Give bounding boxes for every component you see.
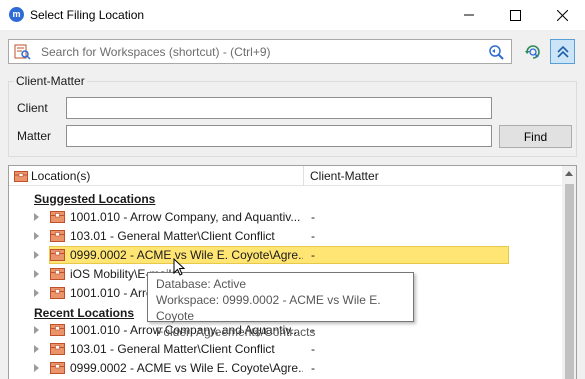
folder-icon bbox=[50, 324, 65, 336]
collapse-button[interactable] bbox=[550, 39, 575, 64]
minimize-button[interactable] bbox=[446, 0, 492, 30]
folder-icon bbox=[50, 362, 65, 374]
location-column-icon bbox=[14, 171, 28, 182]
recent-locations-heading: Recent Locations bbox=[34, 306, 135, 320]
matter-field[interactable] bbox=[66, 125, 492, 147]
folder-icon bbox=[50, 268, 65, 280]
window-title: Select Filing Location bbox=[30, 8, 145, 22]
tooltip-database: Database: Active bbox=[156, 277, 247, 291]
location-name: 0999.0002 - ACME vs Wile E. Coyote\Agre.… bbox=[70, 361, 303, 375]
client-matter-value: - bbox=[311, 342, 315, 356]
tooltip-folder: Folder: Agreements/Contracts bbox=[156, 325, 316, 339]
client-matter-value: - bbox=[311, 361, 315, 375]
workspace-search-icon bbox=[14, 44, 31, 60]
column-header-client-matter[interactable]: Client-Matter bbox=[310, 166, 379, 186]
location-row[interactable]: 0999.0002 - ACME vs Wile E. Coyote\Agre.… bbox=[9, 359, 562, 377]
location-row[interactable]: 103.01 - General Matter\Client Conflict - bbox=[9, 340, 562, 358]
maximize-icon bbox=[509, 9, 521, 21]
location-tooltip: Database: Active Workspace: 0999.0002 - … bbox=[147, 272, 414, 339]
client-matter-value: - bbox=[311, 248, 315, 262]
column-divider[interactable] bbox=[303, 166, 304, 186]
folder-icon bbox=[50, 211, 65, 223]
column-header-locations[interactable]: Location(s) bbox=[31, 166, 90, 186]
expand-arrow-icon[interactable] bbox=[34, 326, 39, 334]
location-row[interactable]: 1001.010 - Arrow Company, and Aquantiv..… bbox=[9, 208, 562, 226]
location-name: 1001.010 - Arrow Company, and Aquantiv..… bbox=[70, 210, 301, 224]
folder-icon bbox=[50, 230, 65, 242]
search-options-icon[interactable] bbox=[487, 43, 505, 61]
client-label: Client bbox=[17, 101, 48, 115]
search-input[interactable] bbox=[41, 43, 481, 60]
minimize-icon bbox=[464, 14, 474, 16]
expand-arrow-icon[interactable] bbox=[34, 270, 39, 278]
scroll-thumb[interactable] bbox=[565, 184, 574, 379]
expand-arrow-icon[interactable] bbox=[34, 364, 39, 372]
maximize-button[interactable] bbox=[492, 0, 538, 30]
expand-arrow-icon[interactable] bbox=[34, 232, 39, 240]
client-field[interactable] bbox=[66, 97, 492, 119]
refresh-search-icon bbox=[524, 44, 540, 59]
mouse-cursor-icon bbox=[173, 258, 185, 276]
folder-icon bbox=[50, 287, 65, 299]
expand-arrow-icon[interactable] bbox=[34, 213, 39, 221]
location-row[interactable]: 103.01 - General Matter\Client Conflict - bbox=[9, 227, 562, 245]
title-bar: m Select Filing Location bbox=[0, 0, 585, 30]
expand-arrow-icon[interactable] bbox=[34, 251, 39, 259]
scroll-up-arrow-icon[interactable] bbox=[565, 171, 573, 176]
expand-arrow-icon[interactable] bbox=[34, 345, 39, 353]
location-name: 0999.0002 - ACME vs Wile E. Coyote\Agre.… bbox=[70, 248, 303, 262]
matter-label: Matter bbox=[17, 129, 52, 143]
client-matter-value: - bbox=[311, 229, 315, 243]
folder-icon bbox=[50, 249, 65, 261]
client-matter-group-label: Client-Matter bbox=[14, 74, 87, 88]
chevron-up-double-icon bbox=[556, 45, 569, 58]
location-name: 103.01 - General Matter\Client Conflict bbox=[70, 342, 275, 356]
close-button[interactable] bbox=[539, 0, 585, 30]
suggested-locations-heading: Suggested Locations bbox=[34, 192, 156, 206]
client-matter-value: - bbox=[311, 210, 315, 224]
app-icon: m bbox=[9, 7, 24, 22]
grid-header: Location(s) Client-Matter bbox=[9, 166, 562, 186]
tooltip-workspace: Workspace: 0999.0002 - ACME vs Wile E. C… bbox=[156, 293, 381, 323]
location-name: 103.01 - General Matter\Client Conflict bbox=[70, 229, 275, 243]
location-row[interactable]: 0999.0002 - ACME vs Wile E. Coyote\Agre.… bbox=[9, 246, 562, 264]
search-box bbox=[8, 39, 512, 64]
folder-icon bbox=[50, 343, 65, 355]
vertical-scrollbar[interactable] bbox=[562, 166, 576, 379]
expand-arrow-icon[interactable] bbox=[34, 289, 39, 297]
refresh-search-button[interactable] bbox=[520, 39, 545, 64]
find-button[interactable]: Find bbox=[499, 125, 572, 148]
close-icon bbox=[556, 9, 568, 21]
